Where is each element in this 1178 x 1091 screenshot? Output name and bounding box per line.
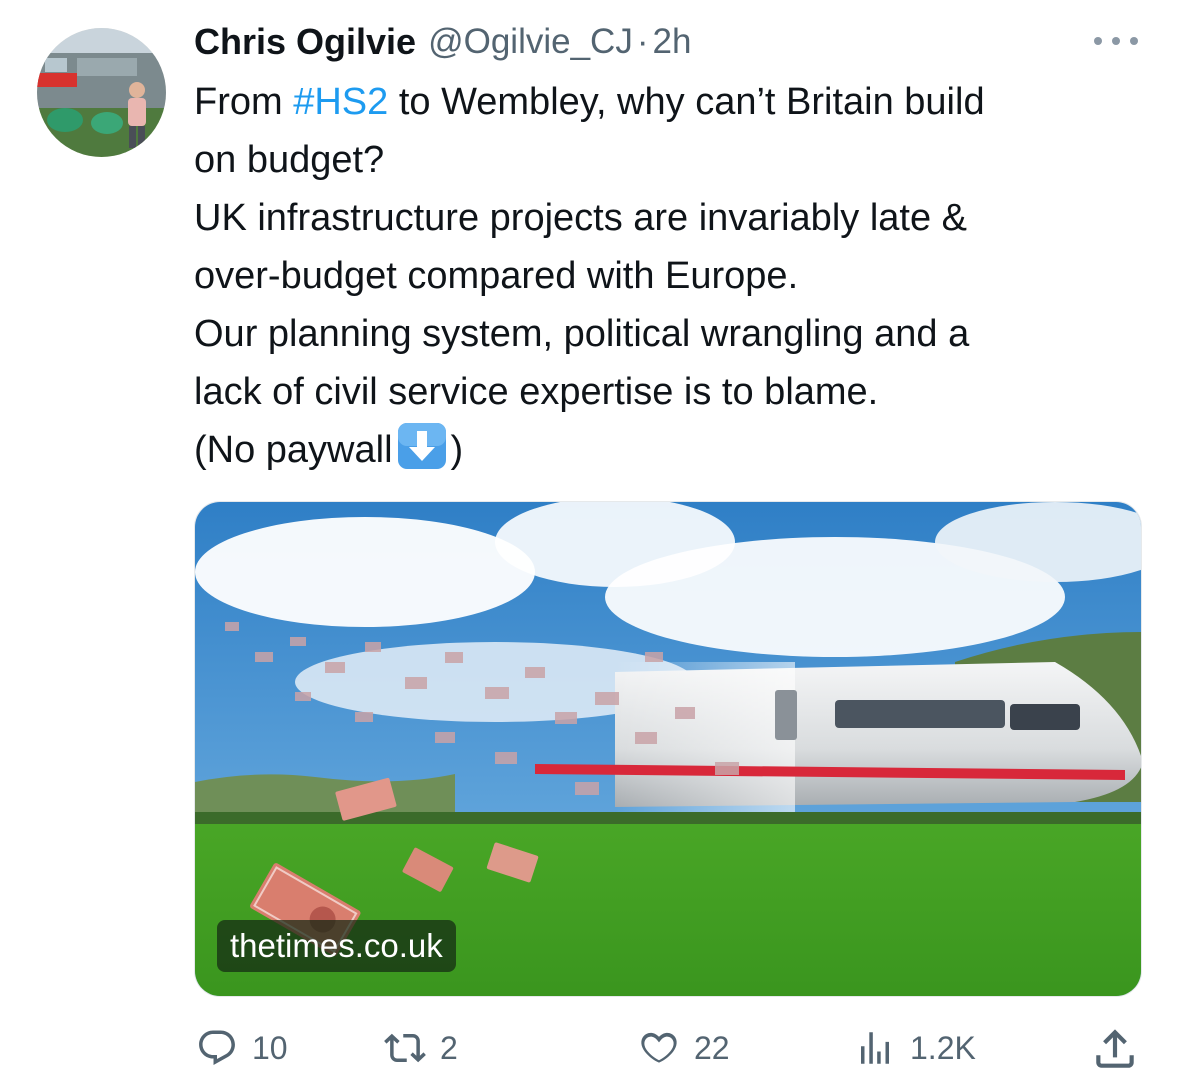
views-icon bbox=[861, 1032, 889, 1064]
author-display-name[interactable]: Chris Ogilvie bbox=[194, 21, 416, 63]
hashtag-link[interactable]: #HS2 bbox=[293, 81, 388, 123]
separator-dot: · bbox=[636, 22, 649, 61]
author-handle[interactable]: @Ogilvie_CJ bbox=[428, 22, 633, 62]
repost-icon bbox=[384, 1033, 426, 1063]
text-segment: From bbox=[194, 81, 294, 123]
action-bar: 10 2 22 1.2K bbox=[194, 1022, 1142, 1074]
views-button[interactable]: 1.2K bbox=[854, 1022, 976, 1074]
tweet-line-2: on budget? bbox=[194, 139, 385, 181]
tweet-line-1: From #HS2 to Wembley, why can’t Britain … bbox=[194, 73, 1154, 131]
tweet-line-6: lack of civil service expertise is to bl… bbox=[194, 371, 879, 413]
like-icon bbox=[641, 1032, 677, 1063]
avatar[interactable] bbox=[37, 28, 166, 157]
more-icon[interactable] bbox=[1094, 30, 1138, 52]
link-card[interactable]: thetimes.co.uk bbox=[194, 501, 1142, 997]
like-count: 22 bbox=[694, 1029, 730, 1066]
share-icon[interactable] bbox=[1090, 1024, 1140, 1074]
reply-icon bbox=[199, 1030, 235, 1065]
repost-count: 2 bbox=[440, 1029, 458, 1066]
text-segment: (No paywall bbox=[194, 429, 393, 471]
avatar-image bbox=[37, 28, 166, 157]
tweet-line-5: Our planning system, political wrangling… bbox=[194, 313, 970, 355]
timestamp[interactable]: 2h bbox=[653, 22, 692, 62]
views-count: 1.2K bbox=[910, 1029, 976, 1066]
down-arrow-emoji bbox=[397, 423, 446, 469]
text-segment: ) bbox=[450, 429, 464, 471]
tweet-header: Chris Ogilvie @Ogilvie_CJ · 2h bbox=[194, 18, 691, 66]
repost-button[interactable]: 2 bbox=[384, 1022, 458, 1074]
tweet-text: From #HS2 to Wembley, why can’t Britain … bbox=[194, 73, 1154, 479]
tweet-line-4: over-budget compared with Europe. bbox=[194, 255, 799, 297]
tweet-line-3: UK infrastructure projects are invariabl… bbox=[194, 197, 967, 239]
like-button[interactable]: 22 bbox=[638, 1022, 730, 1074]
tweet-line-7: (No paywall) bbox=[194, 421, 1154, 479]
text-segment: to Wembley, why can’t Britain build bbox=[388, 81, 985, 123]
reply-button[interactable]: 10 bbox=[196, 1022, 288, 1074]
reply-count: 10 bbox=[252, 1029, 288, 1066]
card-source-label[interactable]: thetimes.co.uk bbox=[217, 920, 456, 972]
